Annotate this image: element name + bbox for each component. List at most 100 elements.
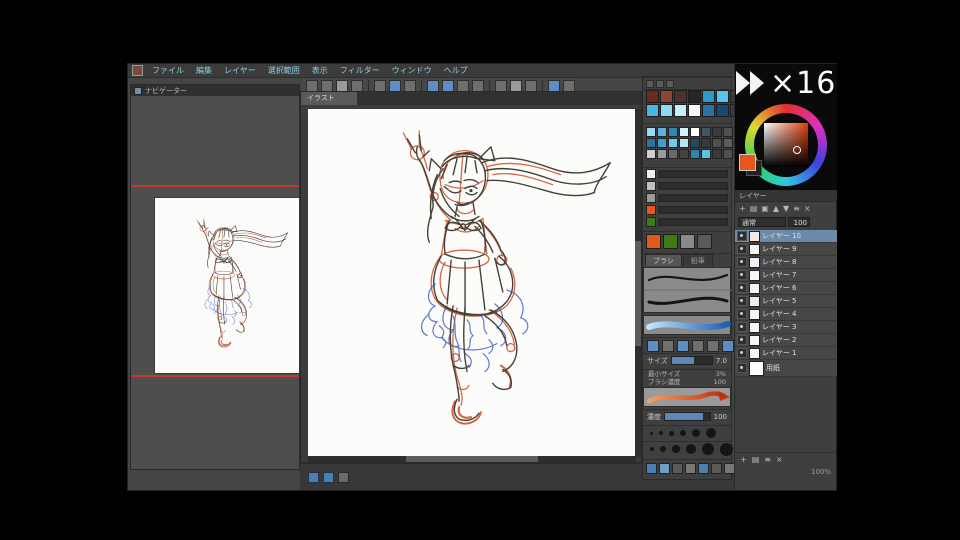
document-tab[interactable]: イラスト — [301, 92, 357, 105]
brush-preview-selected[interactable] — [643, 315, 731, 335]
brush-size-dot[interactable] — [672, 445, 680, 453]
palette-swatch[interactable] — [660, 90, 673, 103]
brush-option-icon[interactable] — [647, 340, 659, 352]
menu-item-window[interactable]: ウィンドウ — [386, 64, 438, 78]
paper-layer-row[interactable]: 用紙 — [735, 360, 837, 377]
color-set-swatch[interactable] — [657, 149, 667, 159]
custom-brush-preview[interactable] — [643, 387, 731, 407]
layer-options-icon[interactable]: ≡ — [793, 202, 800, 215]
new-layer-icon[interactable]: + — [740, 453, 747, 466]
mixer-row[interactable] — [643, 204, 731, 216]
color-set-swatch[interactable] — [723, 149, 733, 159]
palette-swatch[interactable] — [702, 90, 715, 103]
toolbar-icon[interactable] — [427, 79, 439, 92]
color-set-swatch[interactable] — [679, 127, 689, 137]
footer-icon[interactable] — [659, 463, 670, 474]
mixer-bar[interactable] — [658, 170, 728, 178]
toolbar-icon[interactable] — [389, 79, 401, 92]
visibility-eye-icon[interactable] — [737, 231, 747, 241]
delete-layer-icon[interactable]: × — [804, 202, 811, 215]
mixer-bar[interactable] — [658, 206, 728, 214]
brush-size-dot[interactable] — [669, 430, 674, 436]
brush-size-dot[interactable] — [650, 431, 653, 435]
quick-swatch[interactable] — [646, 234, 661, 249]
color-set-swatch[interactable] — [679, 138, 689, 148]
panel-menu-icon[interactable] — [666, 80, 674, 88]
footer-icon[interactable] — [672, 463, 683, 474]
layer-row[interactable]: レイヤー 2 — [735, 334, 837, 347]
color-set-swatch[interactable] — [712, 127, 722, 137]
layer-row[interactable]: レイヤー 1 — [735, 347, 837, 360]
visibility-eye-icon[interactable] — [737, 257, 747, 267]
new-layer-icon[interactable]: + — [739, 202, 746, 215]
mixer-chip[interactable] — [646, 181, 656, 191]
layer-row[interactable]: レイヤー 9 — [735, 243, 837, 256]
duplicate-layer-icon[interactable]: ▣ — [761, 202, 769, 215]
palette-swatch[interactable] — [688, 104, 701, 117]
horizontal-scrollbar-thumb[interactable] — [406, 456, 538, 462]
visibility-eye-icon[interactable] — [737, 296, 747, 306]
mixer-bar[interactable] — [658, 182, 728, 190]
layer-row[interactable]: レイヤー 10 — [735, 230, 837, 243]
move-up-icon[interactable]: ▲ — [773, 202, 779, 215]
footer-icon[interactable] — [698, 463, 709, 474]
visibility-eye-icon[interactable] — [737, 309, 747, 319]
brush-size-dot[interactable] — [702, 443, 714, 455]
mixer-row[interactable] — [643, 168, 731, 180]
saturation-value-square[interactable] — [764, 123, 808, 167]
color-set-swatch[interactable] — [690, 138, 700, 148]
blend-mode-select[interactable]: 通常 — [738, 217, 786, 227]
palette-swatch[interactable] — [716, 90, 729, 103]
delete-layer-icon[interactable]: × — [776, 453, 783, 466]
menu-item-edit[interactable]: 編集 — [190, 64, 218, 78]
mixer-chip[interactable] — [646, 169, 656, 179]
mixer-bar[interactable] — [658, 194, 728, 202]
color-set-swatch[interactable] — [679, 149, 689, 159]
brush-option-icon[interactable] — [707, 340, 719, 352]
color-set-swatch[interactable] — [657, 138, 667, 148]
menu-item-view[interactable]: 表示 — [306, 64, 334, 78]
palette-swatch[interactable] — [716, 104, 729, 117]
drawing-canvas[interactable] — [308, 109, 636, 457]
toolbar-icon[interactable] — [472, 79, 484, 92]
density-slider[interactable] — [664, 412, 711, 421]
brush-size-dot[interactable] — [680, 430, 686, 436]
horizontal-scrollbar[interactable] — [308, 456, 636, 462]
color-set-swatch[interactable] — [690, 127, 700, 137]
brush-option-icon[interactable] — [692, 340, 704, 352]
visibility-eye-icon[interactable] — [737, 270, 747, 280]
color-set-swatch[interactable] — [712, 138, 722, 148]
brush-preview-list[interactable] — [643, 267, 732, 313]
toolbar-icon[interactable] — [336, 79, 348, 92]
color-set-swatch[interactable] — [723, 138, 733, 148]
mixer-bar[interactable] — [658, 218, 728, 226]
navigator-titlebar[interactable]: ナビゲーター — [131, 85, 299, 96]
brush-size-dot[interactable] — [686, 444, 696, 454]
brush-size-dot[interactable] — [660, 446, 666, 452]
toolbar-icon[interactable] — [525, 79, 537, 92]
vertical-scrollbar-thumb[interactable] — [635, 241, 641, 346]
toolbar-icon[interactable] — [548, 79, 560, 92]
move-down-icon[interactable]: ▼ — [783, 202, 789, 215]
brush-size-dot[interactable] — [692, 429, 700, 437]
toolbar-icon[interactable] — [442, 79, 454, 92]
palette-swatch[interactable] — [660, 104, 673, 117]
brush-option-icon[interactable] — [662, 340, 674, 352]
visibility-eye-icon[interactable] — [737, 348, 747, 358]
palette-swatch[interactable] — [646, 90, 659, 103]
status-icon[interactable] — [323, 471, 334, 483]
toolbar-icon[interactable] — [321, 79, 333, 92]
color-set-swatch[interactable] — [646, 138, 656, 148]
menu-item-file[interactable]: ファイル — [146, 64, 190, 78]
color-set-swatch[interactable] — [701, 138, 711, 148]
color-set-swatch[interactable] — [668, 149, 678, 159]
panel-menu-icon[interactable] — [646, 80, 654, 88]
quick-swatch[interactable] — [697, 234, 712, 249]
layer-row[interactable]: レイヤー 5 — [735, 295, 837, 308]
color-set-swatch[interactable] — [723, 127, 733, 137]
footer-icon[interactable] — [646, 463, 657, 474]
palette-swatch[interactable] — [646, 104, 659, 117]
brush-size-dot[interactable] — [720, 442, 733, 456]
brush-size-dot[interactable] — [650, 447, 654, 451]
toolbar-icon[interactable] — [374, 79, 386, 92]
